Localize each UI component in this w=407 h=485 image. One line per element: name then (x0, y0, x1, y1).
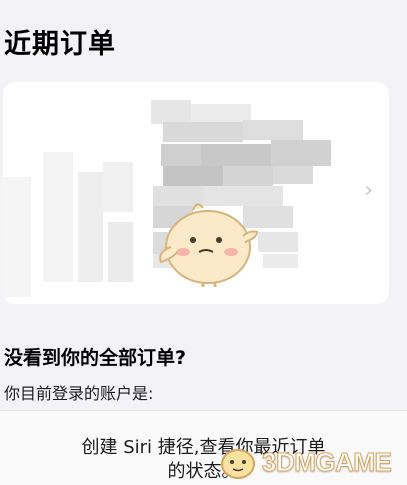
watermark: 3DMGAME (218, 442, 392, 482)
section-title: 近期订单 (4, 29, 116, 60)
mascot-icon (159, 203, 259, 287)
missing-orders-title: 没看到你的全部订单? (4, 347, 187, 369)
chevron-right-icon[interactable]: › (364, 178, 373, 203)
account-label: 你目前登录的账户是: (4, 384, 154, 403)
mascot-logo-icon (221, 449, 255, 479)
order-card[interactable]: › (3, 82, 389, 304)
watermark-text: 3DMGAME (261, 446, 392, 477)
